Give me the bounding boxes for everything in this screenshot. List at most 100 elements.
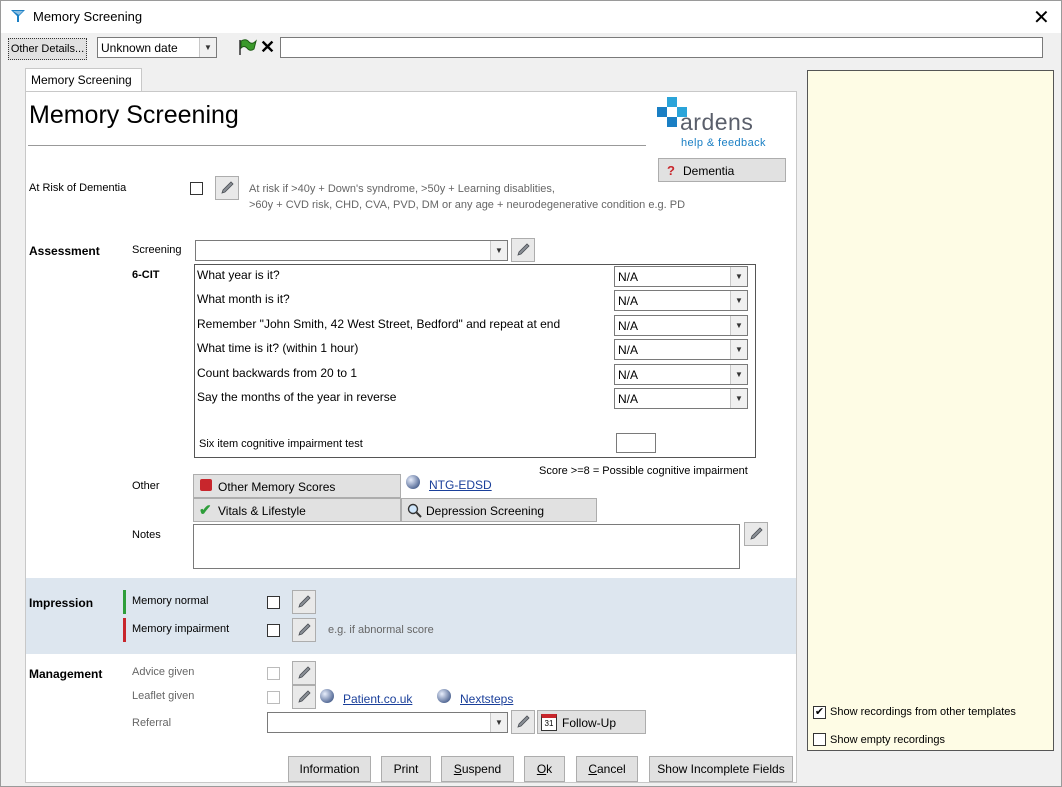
ok-button[interactable]: Ok [524, 756, 565, 782]
follow-up-button[interactable]: 31 Follow-Up [537, 710, 646, 734]
information-button[interactable]: Information [288, 756, 371, 782]
screening-edit-button[interactable] [511, 238, 535, 262]
globe-icon [437, 689, 451, 703]
tab-memory-screening[interactable]: Memory Screening [25, 68, 142, 92]
dice-icon [200, 479, 212, 491]
leaflet-given-edit-button[interactable] [292, 685, 316, 709]
at-risk-hint-line1: At risk if >40y + Down's syndrome, >50y … [249, 183, 555, 195]
normal-indicator [123, 590, 126, 614]
score-note: Score >=8 = Possible cognitive impairmen… [539, 465, 748, 477]
impairment-indicator [123, 618, 126, 642]
help-icon: ? [667, 163, 675, 178]
assessment-section-label: Assessment [29, 244, 100, 258]
chevron-down-icon: ▼ [490, 241, 507, 260]
other-details-button[interactable]: Other Details... [8, 38, 87, 60]
dementia-button[interactable]: ? Dementia [658, 158, 786, 182]
memory-impairment-label: Memory impairment [132, 623, 230, 635]
leaflet-given-label: Leaflet given [132, 690, 195, 702]
chevron-down-icon: ▼ [730, 316, 747, 335]
nextsteps-link[interactable]: Nextsteps [460, 692, 513, 706]
memory-impairment-edit-button[interactable] [292, 618, 316, 642]
search-input[interactable] [280, 37, 1043, 58]
pencil-icon [298, 595, 311, 608]
magnifier-icon [407, 502, 422, 526]
vitals-lifestyle-button[interactable]: ✔ Vitals & Lifestyle [193, 498, 401, 522]
chevron-down-icon: ▼ [730, 365, 747, 384]
cit-question: What year is it? [197, 268, 280, 282]
chevron-down-icon: ▼ [490, 713, 507, 732]
cit-question: Count backwards from 20 to 1 [197, 366, 358, 380]
ntg-edsd-link[interactable]: NTG-EDSD [429, 478, 492, 492]
at-risk-hint-line2: >60y + CVD risk, CHD, CVA, PVD, DM or an… [249, 199, 686, 211]
cit-answer-select[interactable]: N/A ▼ [614, 339, 748, 360]
impairment-hint: e.g. if abnormal score [328, 624, 434, 636]
patient-co-uk-link[interactable]: Patient.co.uk [343, 692, 412, 706]
brand-name[interactable]: ardens [680, 109, 753, 136]
suspend-button[interactable]: Suspend [441, 756, 514, 782]
referral-label: Referral [132, 717, 172, 729]
advice-given-edit-button[interactable] [292, 661, 316, 685]
other-label: Other [132, 480, 160, 492]
show-other-templates-label: Show recordings from other templates [830, 706, 1016, 718]
memory-impairment-checkbox[interactable] [267, 624, 280, 637]
print-button[interactable]: Print [381, 756, 431, 782]
at-risk-label: At Risk of Dementia [29, 182, 127, 194]
other-memory-scores-button[interactable]: Other Memory Scores [193, 474, 401, 498]
cit-question: What time is it? (within 1 hour) [197, 341, 359, 355]
cit-answer-select[interactable]: N/A ▼ [614, 388, 748, 409]
referral-edit-button[interactable] [511, 710, 535, 734]
advice-given-label: Advice given [132, 666, 195, 678]
pencil-icon [298, 690, 311, 703]
chevron-down-icon: ▼ [730, 291, 747, 310]
page-title: Memory Screening [29, 101, 239, 129]
show-other-templates-checkbox[interactable]: ✔ [813, 706, 826, 719]
close-icon[interactable]: ✕ [1033, 5, 1050, 30]
show-empty-checkbox[interactable] [813, 733, 826, 746]
memory-normal-edit-button[interactable] [292, 590, 316, 614]
show-empty-label: Show empty recordings [830, 734, 945, 746]
pencil-icon [221, 181, 234, 194]
memory-normal-label: Memory normal [132, 595, 209, 607]
notes-label: Notes [132, 529, 161, 541]
management-section-label: Management [29, 667, 103, 681]
chevron-down-icon: ▼ [199, 38, 216, 57]
cit-answer-select[interactable]: N/A ▼ [614, 290, 748, 311]
checkmark-icon: ✔ [199, 502, 212, 519]
cit-question: What month is it? [197, 292, 290, 306]
cit-answer-select[interactable]: N/A ▼ [614, 364, 748, 385]
cit-answer-select[interactable]: N/A ▼ [614, 266, 748, 287]
impression-band [26, 578, 796, 654]
chevron-down-icon: ▼ [730, 389, 747, 408]
depression-screening-button[interactable]: Depression Screening [401, 498, 597, 522]
at-risk-checkbox[interactable] [190, 182, 203, 195]
memory-normal-checkbox[interactable] [267, 596, 280, 609]
screening-select[interactable]: ▼ [195, 240, 508, 261]
flag-icon[interactable] [237, 38, 257, 56]
notes-edit-button[interactable] [744, 522, 768, 546]
globe-icon [320, 689, 334, 703]
advice-given-checkbox[interactable] [267, 667, 280, 680]
notes-textarea[interactable] [193, 524, 740, 569]
leaflet-given-checkbox[interactable] [267, 691, 280, 704]
date-select-value: Unknown date [101, 41, 178, 55]
screening-label: Screening [132, 244, 182, 256]
referral-select[interactable]: ▼ [267, 712, 508, 733]
cancel-button[interactable]: Cancel [576, 756, 638, 782]
cit-question: Say the months of the year in reverse [197, 390, 397, 404]
title-divider [28, 145, 646, 146]
cit-label: 6-CIT [132, 269, 160, 281]
pencil-icon [298, 666, 311, 679]
date-select[interactable]: Unknown date ▼ [97, 37, 217, 58]
window-title: Memory Screening [33, 9, 143, 24]
chevron-down-icon: ▼ [730, 340, 747, 359]
clear-icon[interactable]: ✕ [260, 37, 275, 58]
cit-total-field[interactable] [616, 433, 656, 453]
at-risk-edit-button[interactable] [215, 176, 239, 200]
memory-screening-window: Memory Screening ✕ Other Details... Unkn… [0, 0, 1062, 787]
pencil-icon [517, 243, 530, 256]
recordings-side-panel [807, 70, 1054, 751]
help-feedback-link[interactable]: help & feedback [681, 137, 766, 149]
cit-answer-select[interactable]: N/A ▼ [614, 315, 748, 336]
pencil-icon [298, 623, 311, 636]
show-incomplete-fields-button[interactable]: Show Incomplete Fields [649, 756, 793, 782]
